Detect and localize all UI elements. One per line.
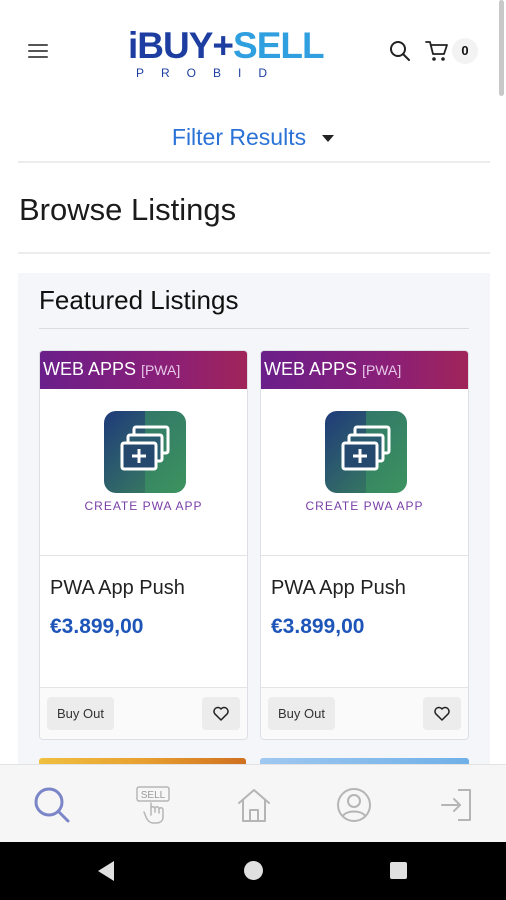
divider [18,252,490,254]
divider [18,161,490,163]
account-icon[interactable] [334,785,374,825]
cart-icon[interactable] [425,40,449,62]
header: iBUY+SELL PROBID 0 [0,0,506,100]
banner-sublabel: [PWA] [362,362,402,378]
logo[interactable]: iBUY+SELL PROBID [128,25,325,84]
back-icon[interactable] [96,860,116,882]
buy-out-button[interactable]: Buy Out [268,697,335,730]
favorite-button[interactable] [423,697,461,730]
menu-icon[interactable] [28,44,48,60]
recent-apps-icon[interactable] [390,862,407,879]
banner-label: WEB APPS [43,359,137,379]
listing-price: €3.899,00 [271,615,365,638]
login-icon[interactable] [436,785,476,825]
listing-card[interactable]: WEB APPS [PWA] CREATE PWA APP PWA App Pu… [260,350,469,740]
filter-results-toggle[interactable]: Filter Results [0,118,506,158]
listing-price: €3.899,00 [50,615,144,638]
favorite-button[interactable] [202,697,240,730]
listing-card[interactable]: WEB APPS [PWA] CREATE PWA APP PWA App Pu… [39,350,248,740]
listing-title[interactable]: PWA App Push [271,577,406,600]
caret-down-icon [322,135,335,143]
buy-out-button[interactable]: Buy Out [47,697,114,730]
pwa-app-icon [104,411,186,493]
scrollbar[interactable] [499,0,504,96]
sell-icon-text: SELL [141,790,166,801]
heart-icon [434,706,450,721]
home-button-icon[interactable] [244,861,263,880]
listing-title[interactable]: PWA App Push [50,577,185,600]
category-banner: WEB APPS [PWA] [261,351,468,389]
card-footer: Buy Out [261,687,468,739]
featured-listings-section: Featured Listings WEB APPS [PWA] CREATE … [18,273,490,773]
pwa-app-icon [325,411,407,493]
banner-sublabel: [PWA] [141,362,181,378]
image-caption: CREATE PWA APP [305,499,424,513]
listing-image[interactable]: CREATE PWA APP [261,389,468,556]
card-footer: Buy Out [40,687,247,739]
category-banner: WEB APPS [PWA] [40,351,247,389]
logo-tagline: PROBID [136,66,285,80]
section-title: Featured Listings [39,285,239,315]
search-icon[interactable] [389,40,411,62]
listing-image[interactable]: CREATE PWA APP [40,389,247,556]
search-icon[interactable] [32,785,72,825]
heart-icon [213,706,229,721]
system-navigation-bar [0,842,506,900]
filter-label: Filter Results [171,124,307,150]
cart-count-badge[interactable]: 0 [452,38,478,64]
page-title: Browse Listings [19,192,237,227]
app-screen: iBUY+SELL PROBID 0 Filter Results Browse… [0,0,506,900]
banner-label: WEB APPS [264,359,358,379]
divider [39,328,469,329]
image-caption: CREATE PWA APP [84,499,203,513]
logo-wordmark: iBUY+SELL [128,25,325,66]
home-icon[interactable] [234,785,274,825]
sell-icon[interactable]: SELL [134,785,174,825]
bottom-navigation: SELL [0,764,506,842]
